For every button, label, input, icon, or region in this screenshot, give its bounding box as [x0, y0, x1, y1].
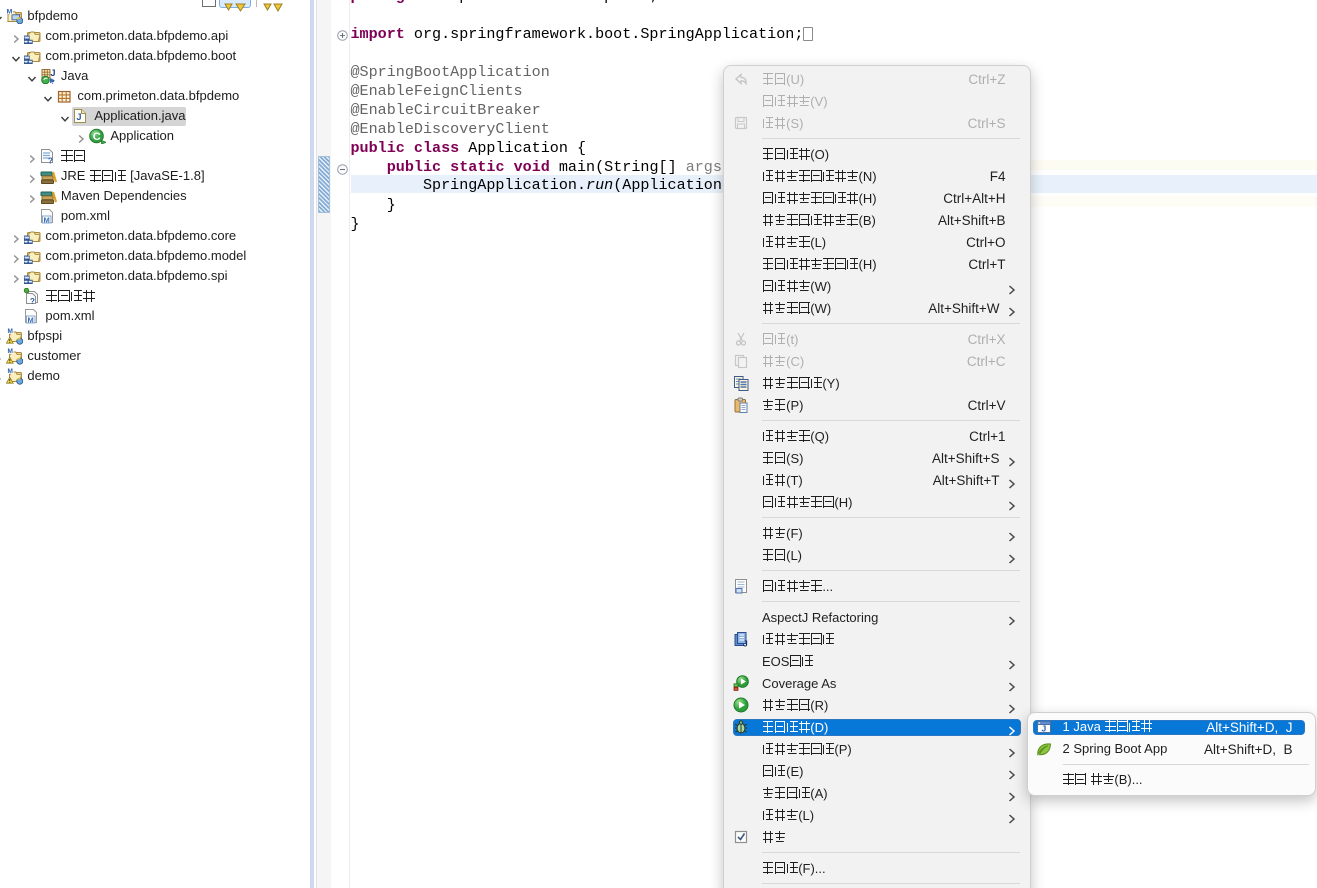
svg-text:M: M	[8, 328, 13, 335]
svg-text:M: M	[8, 348, 13, 355]
svg-text:J: J	[743, 639, 748, 648]
svg-text:?: ?	[51, 80, 55, 84]
svg-text:M: M	[43, 216, 49, 225]
svg-text:M: M	[7, 9, 13, 16]
svg-text:M: M	[8, 368, 13, 375]
svg-text:J: J	[50, 68, 55, 78]
svg-text:C: C	[93, 131, 101, 143]
svg-text:?: ?	[48, 157, 53, 165]
svg-text:M: M	[28, 316, 34, 325]
svg-text:J: J	[77, 112, 82, 122]
svg-text:J: J	[1041, 723, 1046, 733]
svg-text:?: ?	[30, 297, 35, 304]
